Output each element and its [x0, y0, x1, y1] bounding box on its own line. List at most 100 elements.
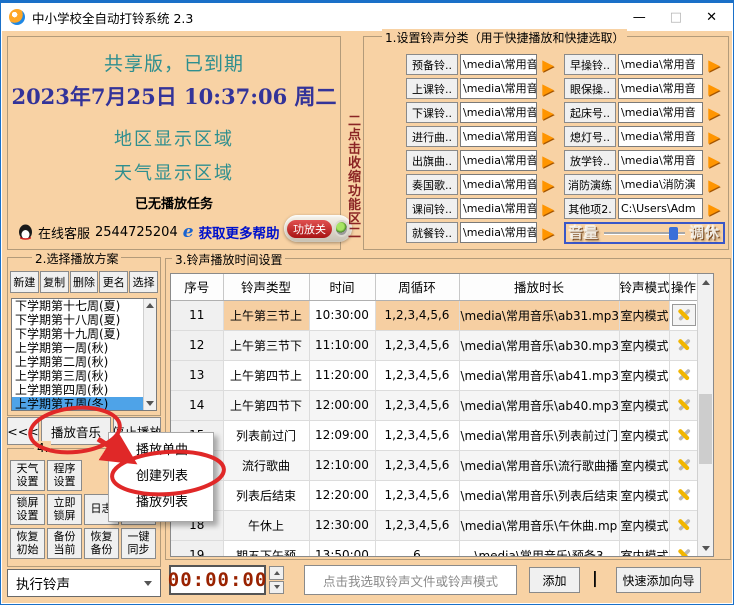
category-button[interactable]: 出旗曲.. [406, 150, 458, 171]
scheme-list-item[interactable]: 下学期第十九周(夏) [12, 327, 143, 341]
tools-button[interactable] [672, 394, 696, 416]
scrollbar-thumb[interactable] [699, 394, 712, 464]
tool-button[interactable]: 天气 设置 [10, 460, 45, 491]
schedule-scrollbar[interactable] [697, 274, 713, 556]
collapse-strip[interactable]: 二点击收缩功能区二 [346, 115, 363, 249]
help-link[interactable]: 获取更多帮助 [199, 222, 280, 242]
play-icon[interactable]: ▶ [703, 200, 725, 218]
sound-path-field[interactable]: \media\常用音 [460, 150, 537, 171]
schedule-row[interactable]: 13 上午第四节上 11:20:00 1,2,3,4,5,6 \media\常用… [171, 360, 698, 390]
scheme-list-item[interactable]: 上学期第三周(秋) [12, 369, 143, 383]
tool-button[interactable]: 备份 当前 [47, 528, 82, 559]
play-icon[interactable]: ▶ [703, 128, 725, 146]
scheme-action-button[interactable]: 删除 [70, 271, 99, 293]
schedule-row[interactable]: 19 期五下午预 13:50:00 6 \media\常用音乐\预备3 室内模式 [171, 540, 698, 557]
sound-path-field[interactable]: \media\常用音 [618, 54, 703, 75]
rest-adjust-label[interactable]: 调休 [690, 223, 720, 243]
sound-path-field[interactable]: \media\常用音 [460, 174, 537, 195]
play-icon[interactable]: ▶ [537, 56, 559, 74]
play-icon[interactable]: ▶ [703, 176, 725, 194]
tool-button[interactable]: 程序 设置 [47, 460, 82, 491]
context-menu-item[interactable]: 播放列表 [109, 490, 213, 516]
schedule-row[interactable]: 18 午休上 12:30:00 1,2,3,4,5,6 \media\常用音乐\… [171, 510, 698, 540]
category-button[interactable]: 起床号.. [564, 102, 616, 123]
category-button[interactable]: 上课铃.. [406, 78, 458, 99]
sound-path-field[interactable]: \media\常用音 [618, 102, 703, 123]
scheme-list-item[interactable]: 下学期第十八周(夏) [12, 313, 143, 327]
scheme-action-button[interactable]: 复制 [40, 271, 69, 293]
schedule-row[interactable]: 16 流行歌曲 12:10:00 1,2,3,4,5,6 \media\常用音乐… [171, 450, 698, 480]
volume-label[interactable]: 音量 [569, 223, 599, 243]
scheme-action-button[interactable]: 更名 [99, 271, 128, 293]
sound-path-field[interactable]: \media\常用音 [618, 150, 703, 171]
volume-slider-thumb[interactable] [669, 227, 678, 240]
maximize-button[interactable]: □ [670, 10, 682, 25]
scheme-action-button[interactable]: 选择 [129, 271, 158, 293]
sound-picker-input[interactable]: 点击我选取铃声文件或铃声模式 [304, 565, 517, 595]
scheme-list-item[interactable]: 上学期第二周(秋) [12, 355, 143, 369]
tools-button[interactable] [672, 484, 696, 506]
scroll-up-icon[interactable] [698, 274, 713, 290]
sound-path-field[interactable]: \media\常用音 [460, 198, 537, 219]
volume-slider[interactable] [604, 232, 685, 235]
tool-button[interactable]: 恢复 备份 [84, 528, 119, 559]
minimize-button[interactable]: — [633, 10, 646, 25]
tools-button[interactable] [672, 514, 696, 536]
category-button[interactable]: 下课铃.. [406, 102, 458, 123]
tools-button[interactable] [672, 544, 696, 558]
tools-button[interactable] [672, 304, 696, 326]
category-button[interactable]: 熄灯号.. [564, 126, 616, 147]
exec-bell-dropdown[interactable]: 执行铃声 [7, 569, 161, 597]
schedule-row[interactable]: 14 上午第四节下 12:00:00 1,2,3,4,5,6 \media\常用… [171, 390, 698, 420]
context-menu-item[interactable]: 播放单曲 [109, 438, 213, 464]
schedule-row[interactable]: 17 列表后结束 12:20:00 1,2,3,4,5,6 \media\常用音… [171, 480, 698, 510]
category-button[interactable]: 消防演练 [564, 174, 616, 195]
tools-button[interactable] [672, 454, 696, 476]
category-button[interactable]: 放学铃.. [564, 150, 616, 171]
play-icon[interactable]: ▶ [703, 152, 725, 170]
sound-path-field[interactable]: \media\常用音 [460, 222, 537, 243]
category-button[interactable]: 早操铃.. [564, 54, 616, 75]
scheme-list-item[interactable]: 上学期第五周(冬) [12, 397, 143, 411]
quick-add-wizard-button[interactable]: 快速添加向导 [616, 567, 701, 593]
tools-button[interactable] [672, 334, 696, 356]
play-icon[interactable]: ▶ [703, 80, 725, 98]
step-down-button[interactable] [269, 581, 284, 595]
sound-path-field[interactable]: \media\常用音 [460, 78, 537, 99]
play-icon[interactable]: ▶ [537, 152, 559, 170]
play-icon[interactable]: ▶ [537, 104, 559, 122]
scheme-list-item[interactable]: 上学期第一周(秋) [12, 341, 143, 355]
scheme-list-item[interactable]: 上学期第四周(秋) [12, 383, 143, 397]
category-button[interactable]: 奏国歌.. [406, 174, 458, 195]
schedule-row[interactable]: 15 列表前过门 12:09:00 1,2,3,4,5,6 \media\常用音… [171, 420, 698, 450]
category-button[interactable]: 其他项2. [564, 198, 616, 219]
play-icon[interactable]: ▶ [537, 200, 559, 218]
sound-path-field[interactable]: \media\消防演 [618, 174, 703, 195]
time-input[interactable]: 00:00:00 [169, 565, 266, 595]
play-icon[interactable]: ▶ [537, 80, 559, 98]
scroll-down-icon[interactable] [144, 397, 156, 410]
scroll-up-icon[interactable] [144, 299, 156, 312]
play-music-button[interactable]: 播放音乐 [41, 417, 111, 445]
category-button[interactable]: 预备铃.. [406, 54, 458, 75]
tools-button[interactable] [672, 364, 696, 386]
play-icon[interactable]: ▶ [703, 104, 725, 122]
schedule-row[interactable]: 11 上午第三节上 10:30:00 1,2,3,4,5,6 \media\常用… [171, 300, 698, 330]
category-button[interactable]: 眼保操.. [564, 78, 616, 99]
category-button[interactable]: 课间铃.. [406, 198, 458, 219]
add-button[interactable]: 添加 [529, 567, 580, 593]
play-icon[interactable]: ▶ [537, 224, 559, 242]
sound-path-field[interactable]: \media\常用音 [460, 126, 537, 147]
sound-path-field[interactable]: \media\常用音 [460, 54, 537, 75]
category-button[interactable]: 进行曲.. [406, 126, 458, 147]
close-button[interactable]: ✕ [706, 10, 717, 25]
tool-button[interactable]: 恢复 初始 [10, 528, 45, 559]
scheme-list-scrollbar[interactable] [143, 299, 156, 410]
tool-button[interactable]: 一键 同步 [121, 528, 156, 559]
tool-button[interactable]: 锁屏 设置 [10, 494, 45, 525]
sound-path-field[interactable]: \media\常用音 [618, 126, 703, 147]
step-up-button[interactable] [269, 566, 284, 580]
context-menu-item[interactable]: 创建列表 [109, 464, 213, 490]
scroll-down-icon[interactable] [698, 540, 713, 556]
tools-button[interactable] [672, 424, 696, 446]
